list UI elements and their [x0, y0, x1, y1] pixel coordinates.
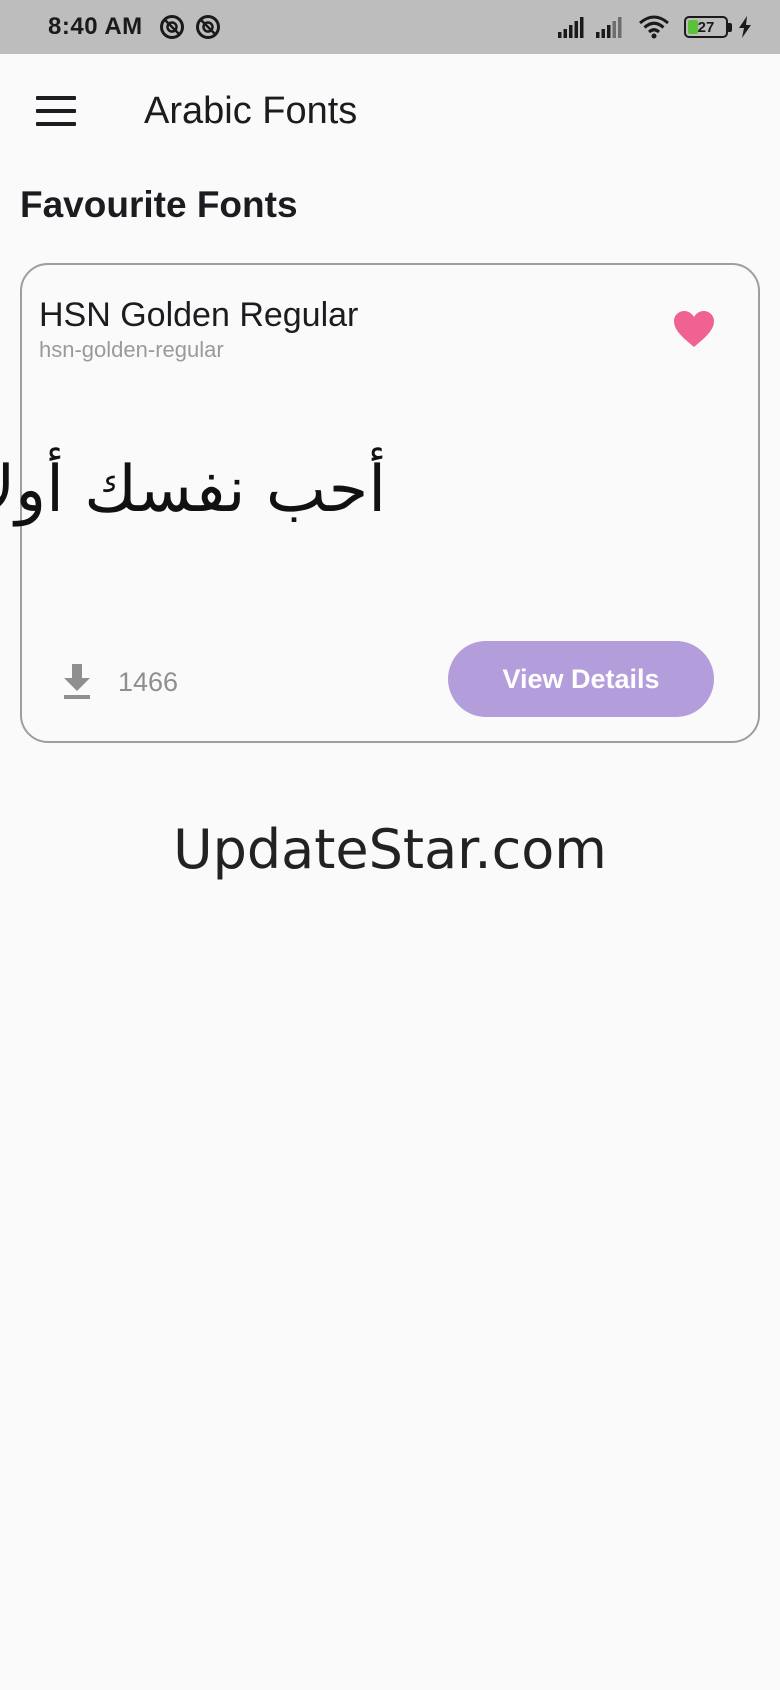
battery-nub [728, 22, 732, 32]
wifi-icon [639, 15, 669, 39]
app-bar: Arabic Fonts [0, 54, 780, 170]
menu-icon[interactable] [36, 96, 76, 126]
charging-icon [739, 16, 751, 38]
font-name: HSN Golden Regular [39, 296, 359, 334]
font-preview-text: أحب نفسك أولا [0, 453, 386, 527]
signal-icon [558, 17, 584, 38]
font-card: HSN Golden Regular hsn-golden-regular أح… [0, 263, 760, 743]
download-count: 1466 [118, 666, 179, 697]
battery-level-fill [688, 20, 698, 34]
font-slug: hsn-golden-regular [39, 337, 224, 362]
app-title: Arabic Fonts [144, 90, 358, 132]
download-stats: 1466 [62, 657, 178, 707]
status-bar: 8:40 AM 27 [0, 0, 780, 54]
dnd-icon [195, 15, 220, 39]
download-icon [64, 664, 90, 699]
view-details-button[interactable]: View Details [448, 641, 714, 717]
status-time: 8:40 AM [48, 13, 143, 40]
signal-icon [596, 17, 622, 38]
watermark-text: UpdateStar.com [173, 818, 607, 881]
status-icons: 27 [558, 15, 752, 39]
dnd-icon [159, 15, 184, 39]
heart-icon[interactable] [672, 309, 716, 349]
battery-icon: 27 [684, 16, 728, 38]
section-title: Favourite Fonts [20, 184, 298, 225]
battery-level-text: 27 [697, 18, 715, 36]
